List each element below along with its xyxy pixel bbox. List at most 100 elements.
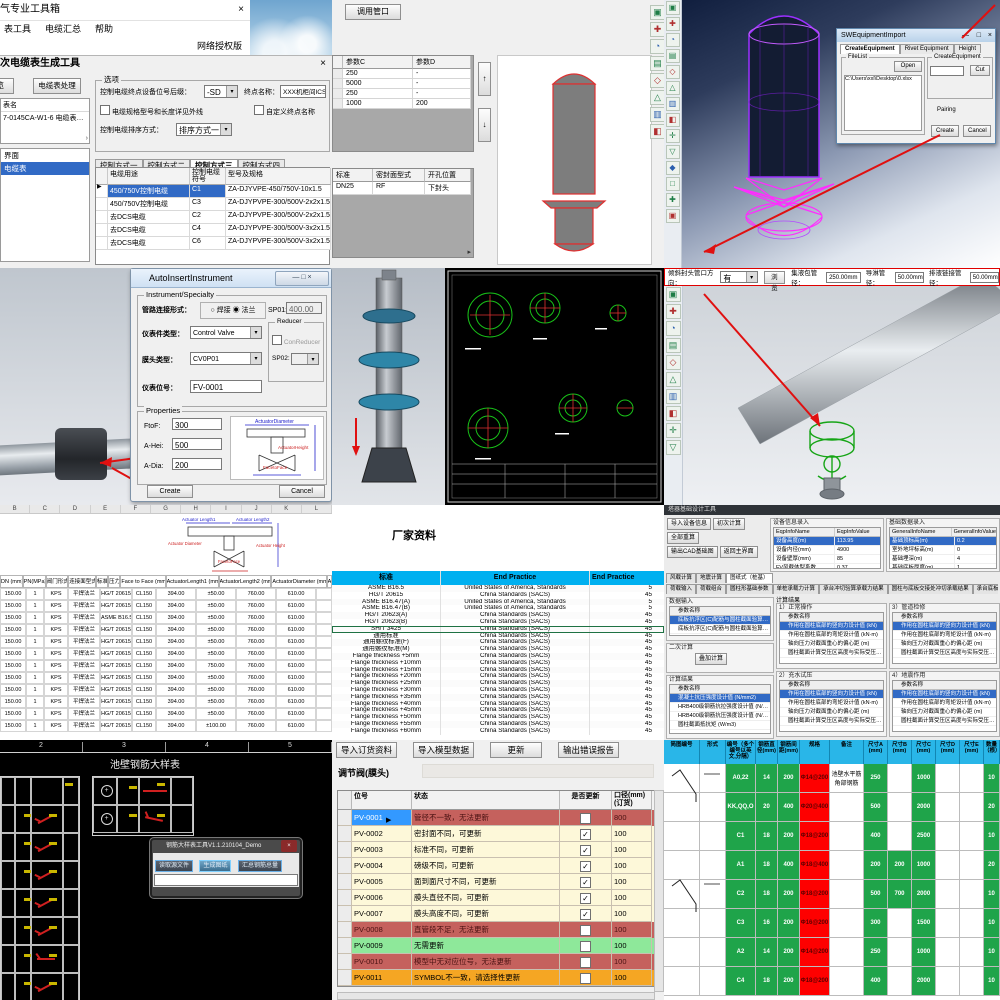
cad-toolbar-icon[interactable]: ▽ bbox=[666, 145, 680, 159]
tab[interactable]: 承台冲切验算承载力结果 bbox=[819, 584, 888, 594]
tab[interactable]: 承台底板配筋 bbox=[973, 584, 998, 594]
column-letter[interactable]: D bbox=[60, 505, 90, 513]
equipment-input[interactable] bbox=[930, 66, 964, 76]
move-down-button[interactable]: ↓ bbox=[478, 108, 491, 142]
open-button[interactable]: Open bbox=[894, 61, 922, 72]
tool-button[interactable]: 更新 bbox=[490, 742, 542, 758]
table-row[interactable]: Flange thickness +45mm China Standards (… bbox=[332, 707, 664, 714]
cancel-button[interactable]: Cancel bbox=[963, 125, 991, 137]
list-row[interactable]: 圆柱截面计算受压区高度与实际受压区高度比较 bbox=[780, 717, 883, 726]
cad-toolbar-icon[interactable]: △ bbox=[650, 90, 664, 105]
list-row[interactable]: 混凝土抗压强度设计值 (N/mm2) bbox=[670, 694, 770, 703]
list-row[interactable]: 设备内径(mm) 4900 bbox=[774, 546, 880, 555]
menu-item[interactable]: 帮助 bbox=[95, 21, 113, 38]
list-row[interactable]: 室外地坪标高(m) 0 bbox=[890, 546, 996, 555]
cad-toolbar-icon[interactable]: ▥ bbox=[666, 389, 681, 404]
cad-toolbar-icon[interactable]: ▤ bbox=[666, 338, 681, 353]
tab[interactable]: 荷载输入 bbox=[666, 584, 696, 594]
cad-toolbar-icon[interactable]: ✚ bbox=[666, 193, 680, 207]
table-row[interactable]: PV-0009 无需更新 100 bbox=[338, 938, 654, 954]
cad-toolbar-icon[interactable]: ✚ bbox=[650, 22, 664, 37]
ftof-input[interactable]: 300 bbox=[172, 418, 222, 430]
table-row[interactable]: 150.001 KPS平焊法兰 HG/T 20615CL150 394.00±5… bbox=[0, 636, 332, 648]
table-row[interactable]: 150.001 KPS平焊法兰 HG/T 20615CL150 394.00±5… bbox=[0, 624, 332, 636]
table-row[interactable]: PV-0003 标准不同，可更新 ✓ 100 bbox=[338, 842, 654, 858]
list-row[interactable]: 轴向压力对截面重心的偏心距 (m) bbox=[780, 708, 883, 717]
head-combobox[interactable]: CV0P01▾ bbox=[190, 352, 262, 365]
close-icon[interactable]: × bbox=[320, 56, 326, 72]
checkbox-icon[interactable] bbox=[254, 105, 264, 115]
horizontal-scrollbar[interactable] bbox=[337, 992, 655, 1000]
update-checkbox[interactable]: ✓ bbox=[560, 842, 612, 858]
chevron-down-icon[interactable]: ▾ bbox=[220, 124, 231, 135]
cad-toolbar-icon[interactable]: ▥ bbox=[650, 107, 664, 122]
move-up-button[interactable]: ↑ bbox=[478, 62, 491, 96]
tab[interactable]: 风载计算 bbox=[666, 573, 696, 583]
suffix-combobox[interactable]: -SD▾ bbox=[204, 85, 238, 98]
cad-toolbar-icon[interactable]: ▤ bbox=[666, 49, 680, 63]
close-icon[interactable]: × bbox=[281, 840, 297, 852]
cad-toolbar-icon[interactable]: ▽ bbox=[666, 440, 681, 455]
table-row[interactable]: Flange thickness +55mm China Standards (… bbox=[332, 721, 664, 728]
cad-toolbar-icon[interactable]: ✚ bbox=[666, 304, 681, 319]
cad-toolbar-icon[interactable]: ▤ bbox=[650, 56, 664, 71]
direction-combobox[interactable]: 有▾ bbox=[720, 271, 757, 283]
table-row[interactable]: Flange thickness +40mm China Standards (… bbox=[332, 701, 664, 708]
cad-toolbar-icon[interactable]: ✚ bbox=[666, 17, 680, 31]
tool-button[interactable]: 全部重算 bbox=[667, 532, 699, 544]
checkbox-icon[interactable] bbox=[100, 105, 110, 115]
update-checkbox[interactable]: ✓ bbox=[560, 826, 612, 842]
list-row[interactable]: 圆柱截面计算受压区高度与实际受压区高度比较 bbox=[780, 649, 883, 658]
list-row[interactable]: 作用在圆柱底部的竖向力设计值 (kN) bbox=[780, 622, 883, 631]
generate-drawing-button[interactable]: 生成图纸 bbox=[199, 860, 231, 872]
list-row[interactable]: 基础埋深(m) 4 bbox=[890, 555, 996, 564]
table-row[interactable]: ASME B16.47(B) United States of America,… bbox=[332, 605, 664, 612]
table-row[interactable]: HG/T 20623(B) China Standards (SACS) 45 bbox=[332, 619, 664, 626]
table-row[interactable]: 通用标准 China Standards (SACS) 45 bbox=[332, 633, 664, 640]
f3-input[interactable]: 50.00mm bbox=[970, 272, 999, 283]
list-row[interactable]: HRB400级钢筋抗拉强度设计值 (N/mm2) bbox=[670, 703, 770, 712]
table-row[interactable]: 去DCS电缆 C6 ZA-DJYPVPE-300/500V-3x2x1.5 bbox=[96, 237, 329, 250]
cad-toolbar-icon[interactable]: △ bbox=[666, 372, 681, 387]
tool-button[interactable]: 返回主界面 bbox=[720, 546, 758, 558]
table-row[interactable]: PV-0005 面到面尺寸不同，可更新 ✓ 100 bbox=[338, 874, 654, 890]
list-row[interactable]: 作用在圆柱底部的弯矩设计值 (kN·m) bbox=[893, 631, 996, 640]
list-row[interactable]: 底板抗浮区(C)配筋与圆柱截面验算高度值2 bbox=[670, 625, 770, 634]
summarize-rebar-button[interactable]: 汇总钢筋总量 bbox=[238, 860, 282, 872]
tab[interactable]: 荷载组合 bbox=[696, 584, 726, 594]
column-letter[interactable]: E bbox=[91, 505, 121, 513]
chevron-down-icon[interactable]: ▾ bbox=[250, 327, 261, 338]
tool-button[interactable]: 输出CAD基础图 bbox=[667, 546, 718, 558]
chevron-down-icon[interactable]: ▾ bbox=[250, 353, 261, 364]
table-row[interactable]: Flange thickness +20mm China Standards (… bbox=[332, 673, 664, 680]
list-row[interactable]: 作用在圆柱底部的竖向力设计值 (kN) bbox=[893, 690, 996, 699]
table-row[interactable]: Flange thickness +15mm China Standards (… bbox=[332, 667, 664, 674]
column-letter[interactable]: G bbox=[151, 505, 181, 513]
read-source-button[interactable]: 读取源文件 bbox=[155, 860, 193, 872]
cad-toolbar-icon[interactable]: ▣ bbox=[666, 1, 680, 15]
scroll-right-icon[interactable]: › bbox=[86, 135, 88, 142]
cad-toolbar-icon[interactable]: ◔ bbox=[650, 39, 664, 54]
list-row[interactable]: 圆柱截面计算受压区高度与实际受压区高度比较 bbox=[893, 717, 996, 726]
table-row[interactable]: 450/750V控制电缆 C3 ZA-DJYPVPE-300/500V-2x2x… bbox=[96, 198, 329, 211]
list-row[interactable]: 圆柱截面抵抗矩 (W/m3) bbox=[670, 721, 770, 730]
checkbox-icon[interactable] bbox=[272, 335, 282, 345]
tab[interactable]: 图纸式（桩基） bbox=[726, 573, 773, 583]
tool-button[interactable]: 导入模型数据 bbox=[413, 742, 474, 758]
update-checkbox[interactable] bbox=[560, 954, 612, 970]
column-letter[interactable]: C bbox=[30, 505, 60, 513]
table-row[interactable]: A1 18 400 Φ18@400 200 200 1000 20 bbox=[664, 851, 1000, 880]
list-item[interactable]: 7-0145CA-W1-6 电缆表… bbox=[1, 112, 89, 124]
update-checkbox[interactable]: ✓ bbox=[560, 890, 612, 906]
table-row[interactable]: Flange thickness +35mm China Standards (… bbox=[332, 694, 664, 701]
table-row[interactable]: A0,22 14 200 Φ14@200 池壁水平筋角部钢筋 250 1000 … bbox=[664, 764, 1000, 793]
cad-toolbar-icon[interactable]: ◔ bbox=[666, 33, 680, 47]
table-row[interactable]: 去DCS电缆 C2 ZA-DJYPVPE-300/500V-2x2x1.5 bbox=[96, 211, 329, 224]
tool-button[interactable]: 初次计算 bbox=[713, 518, 745, 530]
cad-toolbar-icon[interactable]: ◧ bbox=[666, 406, 681, 421]
table-row[interactable]: 150.001 KPS平焊法兰 HG/T 20615CL150 394.00±5… bbox=[0, 684, 332, 696]
cad-toolbar-icon[interactable]: ▣ bbox=[666, 209, 680, 223]
list-row[interactable]: 轴向压力对截面重心的偏心距 (m) bbox=[893, 640, 996, 649]
cad-toolbar-icon[interactable]: ▣ bbox=[666, 287, 681, 302]
type-combobox[interactable]: Control Valve▾ bbox=[190, 326, 262, 339]
